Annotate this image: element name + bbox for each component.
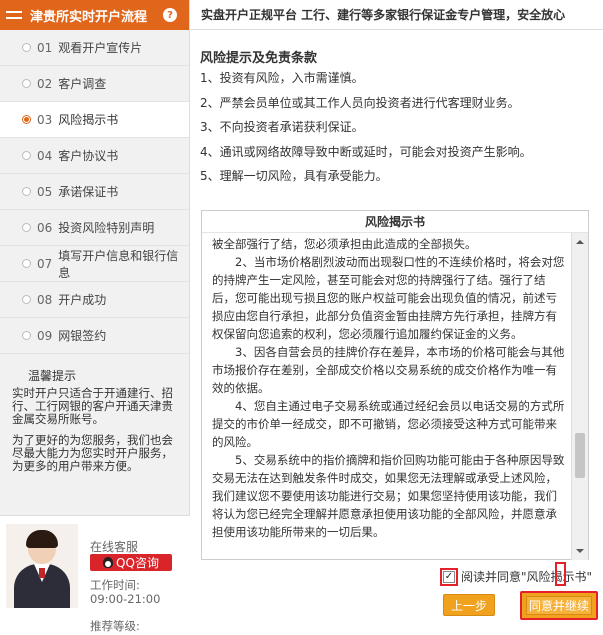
- step-number: 06: [37, 220, 53, 235]
- online-support-panel: 在线客服 QQ咨询 工作时间: 09:00-21:00 推荐等级:: [0, 515, 190, 635]
- step-dot-icon: [22, 187, 31, 196]
- document-title: 风险揭示书: [202, 211, 588, 233]
- agree-checkbox[interactable]: [440, 567, 458, 586]
- work-hours-value: 09:00-21:00: [90, 592, 161, 606]
- document-paragraph: 3、因各自营会员的挂牌价存在差异，本市场的价格可能会与其他市场报价存在差别，全部…: [212, 345, 565, 395]
- step-label: 客户协议书: [58, 149, 119, 163]
- step-number: 05: [37, 184, 53, 199]
- support-label: 在线客服: [90, 540, 139, 554]
- previous-step-button[interactable]: 上一步: [443, 594, 495, 616]
- risk-notice-title: 风险提示及免责条款: [200, 51, 318, 66]
- step-dot-icon: [22, 331, 31, 340]
- step-item-04[interactable]: 04 客户协议书: [0, 138, 189, 174]
- step-dot-icon: [22, 79, 31, 88]
- top-banner: 实盘开户正规平台 工行、建行等多家银行保证金专户管理，安全放心: [191, 0, 603, 30]
- step-list: 01 观看开户宣传片 02 客户调查 03 风险揭示书 04 客户协议书 05 …: [0, 30, 189, 354]
- step-item-07[interactable]: 07 填写开户信息和银行信息: [0, 246, 189, 282]
- tip-text: 为了更好的为您服务，我们也会尽最大能力为您实时开户服务，为更多的用户带来方便。: [12, 433, 173, 473]
- document-text: 被全部强行了结，您必须承担由此造成的全部损失。 2、当市场价格剧烈波动而出现裂口…: [212, 235, 567, 541]
- agree-continue-label: 同意并继续: [526, 596, 592, 615]
- qq-consult-button[interactable]: QQ咨询: [90, 554, 172, 571]
- menu-lines-icon: [6, 9, 22, 21]
- document-paragraph: 被全部强行了结，您必须承担由此造成的全部损失。: [212, 237, 477, 251]
- sidebar-header: 津贵所实时开户流程 ?: [0, 0, 189, 30]
- step-item-03[interactable]: 03 风险揭示书: [0, 102, 189, 138]
- step-item-09[interactable]: 09 网银签约: [0, 318, 189, 354]
- step-dot-icon: [22, 43, 31, 52]
- step-label: 网银签约: [58, 329, 107, 343]
- step-dot-icon: [22, 295, 31, 304]
- rating-label: 推荐等级:: [90, 619, 140, 633]
- step-label: 投资风险特别声明: [58, 221, 155, 235]
- step-number: 09: [37, 328, 53, 343]
- tip-text: 实时开户只适合于开通建行、招行、工行网银的客户开通天津贵金属交易所账号。: [12, 386, 173, 426]
- risk-notice-list: 1、投资有风险，入市需谨慎。 2、严禁会员单位或其工作人员向投资者进行代客理财业…: [200, 70, 532, 193]
- scroll-down-icon[interactable]: [572, 544, 588, 558]
- step-label: 客户调查: [58, 77, 107, 91]
- step-dot-icon: [22, 259, 31, 268]
- qq-button-label: QQ咨询: [116, 556, 159, 570]
- step-label: 填写开户信息和银行信息: [58, 248, 179, 280]
- help-icon[interactable]: ?: [163, 8, 177, 22]
- step-item-05[interactable]: 05 承诺保证书: [0, 174, 189, 210]
- risk-item: 5、理解一切风险，具有承受能力。: [200, 169, 388, 183]
- agree-row: 阅读并同意"风险揭示书": [440, 567, 592, 586]
- agree-label[interactable]: 阅读并同意"风险揭示书": [461, 568, 592, 585]
- work-hours: 工作时间: 09:00-21:00: [90, 578, 160, 606]
- step-item-08[interactable]: 08 开户成功: [0, 282, 189, 318]
- step-dot-icon: [22, 223, 31, 232]
- risk-disclosure-document[interactable]: 风险揭示书 被全部强行了结，您必须承担由此造成的全部损失。 2、当市场价格剧烈波…: [201, 210, 589, 560]
- step-label: 开户成功: [58, 293, 107, 307]
- step-number: 01: [37, 40, 53, 55]
- step-active-dot-icon: [22, 115, 31, 124]
- risk-item: 4、通讯或网络故障导致中断或延时，可能会对投资产生影响。: [200, 144, 532, 159]
- work-hours-label: 工作时间:: [90, 578, 140, 592]
- highlight-callout-box: [555, 562, 566, 586]
- step-number: 02: [37, 76, 53, 91]
- sidebar: 津贵所实时开户流程 ? 01 观看开户宣传片 02 客户调查 03 风险揭示书 …: [0, 0, 190, 635]
- step-item-06[interactable]: 06 投资风险特别声明: [0, 210, 189, 246]
- risk-item: 2、严禁会员单位或其工作人员向投资者进行代客理财业务。: [200, 95, 520, 110]
- sidebar-title: 津贵所实时开户流程: [30, 9, 148, 25]
- document-scrollbar[interactable]: [571, 233, 588, 560]
- step-item-02[interactable]: 02 客户调查: [0, 66, 189, 102]
- scroll-thumb[interactable]: [575, 433, 585, 478]
- support-agent-avatar: [6, 524, 78, 608]
- document-paragraph: 4、您自主通过电子交易系统或通过经纪会员以电话交易的方式所提交的市价单一经成交，…: [212, 399, 565, 449]
- step-number: 04: [37, 148, 53, 163]
- risk-item: 3、不向投资者承诺获利保证。: [200, 120, 364, 134]
- step-label: 承诺保证书: [58, 185, 119, 199]
- step-dot-icon: [22, 151, 31, 160]
- step-number: 03: [37, 112, 53, 127]
- step-number: 07: [37, 256, 53, 271]
- risk-item: 1、投资有风险，入市需谨慎。: [200, 71, 364, 85]
- scroll-up-icon[interactable]: [572, 235, 588, 249]
- step-label: 风险揭示书: [58, 113, 119, 127]
- main-content: 实盘开户正规平台 工行、建行等多家银行保证金专户管理，安全放心 风险提示及免责条…: [191, 0, 603, 635]
- agree-continue-button[interactable]: 同意并继续: [520, 591, 598, 620]
- document-paragraph: 5、交易系统中的指价摘牌和指价回购功能可能由于各种原因导致交易无法在达到触发条件…: [212, 453, 565, 539]
- qq-penguin-icon: [103, 557, 114, 568]
- step-number: 08: [37, 292, 53, 307]
- tips-title: 温馨提示: [28, 369, 77, 383]
- step-item-01[interactable]: 01 观看开户宣传片: [0, 30, 189, 66]
- step-label: 观看开户宣传片: [58, 41, 143, 55]
- document-paragraph: 2、当市场价格剧烈波动而出现裂口性的不连续价格时，将会对您的持牌产生一定风险，甚…: [212, 255, 565, 341]
- tips-panel: 温馨提示 实时开户只适合于开通建行、招行、工行网银的客户开通天津贵金属交易所账号…: [12, 370, 182, 481]
